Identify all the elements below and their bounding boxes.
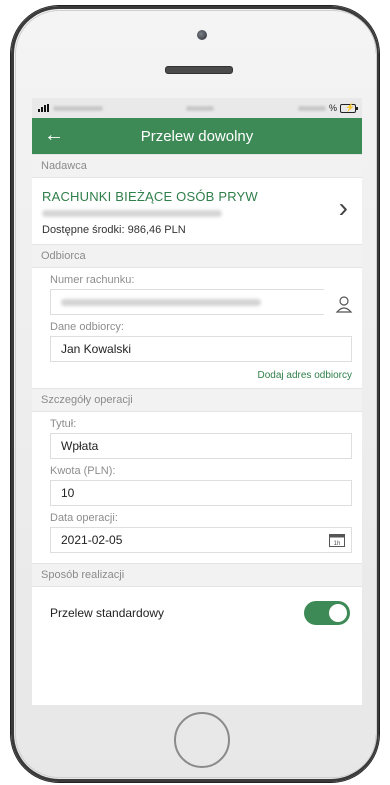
app-bar: ← Przelew dowolny xyxy=(32,118,362,154)
calendar-icon[interactable]: 1h xyxy=(329,533,345,547)
status-blur xyxy=(297,105,326,111)
person-icon[interactable] xyxy=(334,294,354,314)
recipient-name-input[interactable]: Jan Kowalski xyxy=(50,336,352,362)
account-number-blur xyxy=(61,298,261,306)
add-address-link[interactable]: Dodaj adres odbiorcy xyxy=(32,362,362,388)
account-number-input[interactable] xyxy=(50,289,353,315)
phone-screen: % ⚡ ← Przelew dowolny Nadawca RACHUNKI B… xyxy=(32,98,362,705)
svg-text:1h: 1h xyxy=(334,541,341,547)
account-number-field: Numer rachunku: xyxy=(32,268,362,315)
standard-transfer-row: Przelew standardowy xyxy=(32,587,362,625)
section-header-sender: Nadawca xyxy=(32,154,362,178)
date-field: Data operacji: 2021-02-05 1h xyxy=(32,506,362,563)
date-input[interactable]: 2021-02-05 1h xyxy=(50,527,352,553)
cut-off-row xyxy=(32,625,362,635)
carrier-blur xyxy=(53,105,103,111)
time-blur xyxy=(186,105,215,111)
battery-percent: % xyxy=(328,103,337,113)
chevron-right-icon[interactable]: › xyxy=(339,194,348,222)
standard-transfer-toggle[interactable] xyxy=(304,601,350,625)
section-header-execution: Sposób realizacji xyxy=(32,563,362,587)
toggle-knob xyxy=(329,604,347,622)
amount-field: Kwota (PLN): 10 xyxy=(32,459,362,506)
amount-label: Kwota (PLN): xyxy=(50,465,116,477)
title-field: Tytuł: Wpłata xyxy=(32,412,362,459)
status-bar: % ⚡ xyxy=(32,98,362,118)
date-label: Data operacji: xyxy=(50,512,118,524)
recipient-data-label: Dane odbiorcy: xyxy=(50,321,124,333)
sender-account-number-blur xyxy=(42,210,222,217)
signal-icon xyxy=(38,104,49,112)
section-header-details: Szczegóły operacji xyxy=(32,388,362,412)
recipient-data-field: Dane odbiorcy: Jan Kowalski xyxy=(32,315,362,362)
title-input[interactable]: Wpłata xyxy=(50,433,352,459)
home-button[interactable] xyxy=(174,712,230,768)
arrow-left-icon[interactable]: ← xyxy=(44,124,64,146)
sender-balance: Dostępne środki: 986,46 PLN xyxy=(42,224,186,236)
page-title: Przelew dowolny xyxy=(140,127,254,145)
account-number-label: Numer rachunku: xyxy=(50,274,135,286)
standard-transfer-label: Przelew standardowy xyxy=(50,606,165,620)
amount-input[interactable]: 10 xyxy=(50,480,352,506)
sender-account-selector[interactable]: RACHUNKI BIEŻĄCE OSÓB PRYW Dostępne środ… xyxy=(32,178,362,244)
date-value: 2021-02-05 xyxy=(61,533,123,547)
section-header-recipient: Odbiorca xyxy=(32,244,362,268)
sender-account-name: RACHUNKI BIEŻĄCE OSÓB PRYW xyxy=(42,189,258,204)
earpiece-speaker xyxy=(165,66,233,74)
title-label: Tytuł: xyxy=(50,418,77,430)
battery-charging-icon: ⚡ xyxy=(339,103,358,113)
front-camera xyxy=(197,30,207,40)
